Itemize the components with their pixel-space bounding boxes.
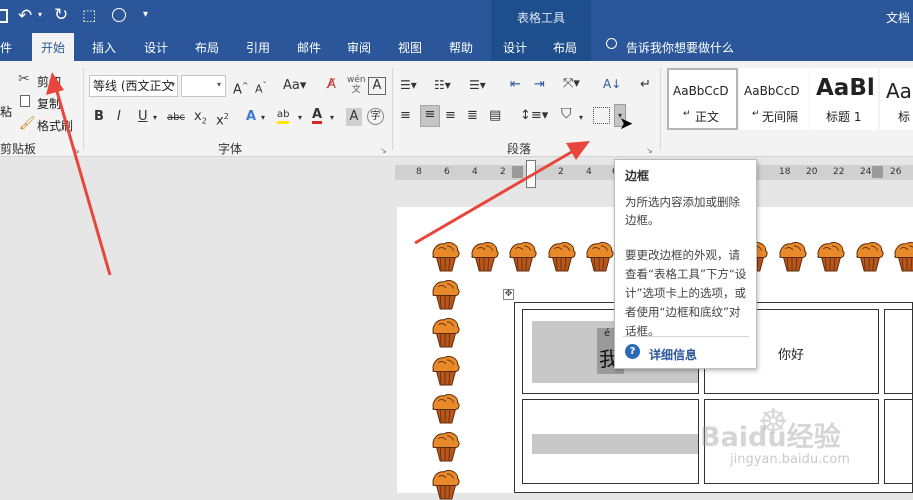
annotation-arrowhead [566, 141, 590, 160]
annotation-arrow [54, 87, 112, 276]
annotation-arrowhead [46, 72, 64, 95]
annotation-arrow [414, 148, 576, 245]
annotation-arrows [46, 72, 590, 276]
